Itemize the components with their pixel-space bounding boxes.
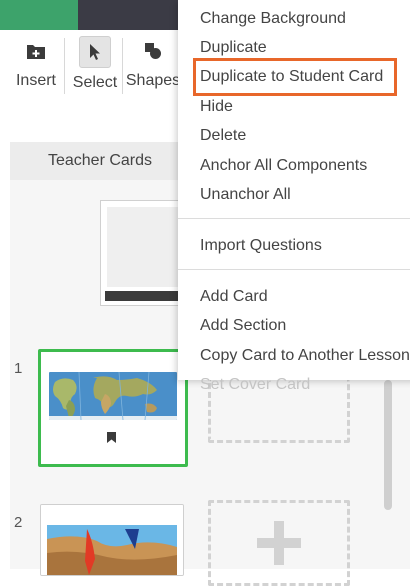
insert-button[interactable]: Insert: [12, 36, 60, 98]
menu-item-anchor-all[interactable]: Anchor All Components: [200, 157, 367, 175]
shapes-button[interactable]: Shapes: [126, 36, 180, 98]
card-context-menu: Change Background Duplicate Duplicate to…: [178, 0, 410, 393]
menu-item-set-cover-card: Set Cover Card: [200, 376, 311, 393]
select-label: Select: [72, 74, 118, 91]
menu-item-change-background[interactable]: Change Background: [200, 10, 346, 28]
app-header-bar: [78, 0, 188, 30]
menu-divider: [178, 269, 410, 270]
plus-icon: [257, 521, 301, 570]
cover-card-preview: [107, 207, 179, 287]
menu-item-unanchor-all[interactable]: Unanchor All: [200, 186, 291, 204]
add-card-slot[interactable]: [208, 500, 350, 586]
menu-item-add-section[interactable]: Add Section: [200, 317, 286, 335]
world-map-image: [49, 372, 177, 420]
insert-icon: [21, 36, 51, 66]
menu-divider: [178, 218, 410, 219]
menu-item-add-card[interactable]: Add Card: [200, 288, 268, 306]
teacher-cards-tab[interactable]: Teacher Cards: [10, 142, 190, 180]
menu-item-delete[interactable]: Delete: [200, 127, 246, 145]
menu-item-copy-card-to-another-lesson[interactable]: Copy Card to Another Lesson: [200, 347, 410, 365]
toolbar: Insert Select Shapes: [0, 30, 190, 102]
cover-card-bar: [105, 291, 181, 301]
bookmark-icon[interactable]: [107, 430, 116, 448]
card-thumbnail[interactable]: [40, 504, 184, 576]
card-number: 1: [14, 360, 23, 377]
card-number: 2: [14, 514, 23, 531]
shapes-icon: [138, 36, 168, 66]
plate-diagram-image: [41, 505, 183, 575]
menu-item-duplicate[interactable]: Duplicate: [200, 39, 267, 57]
select-button[interactable]: Select: [70, 36, 120, 98]
menu-item-hide[interactable]: Hide: [200, 98, 233, 116]
menu-item-import-questions[interactable]: Import Questions: [200, 237, 322, 255]
toolbar-divider: [64, 38, 65, 94]
highlight-annotation: [193, 58, 397, 96]
toolbar-divider: [122, 38, 123, 94]
app-header-brand: [0, 0, 78, 30]
card-thumbnail-selected[interactable]: [38, 349, 188, 467]
insert-label: Insert: [15, 72, 56, 89]
cover-card-thumbnail[interactable]: [100, 200, 186, 306]
shapes-label: Shapes: [125, 72, 181, 89]
select-cursor-icon: [79, 36, 111, 68]
scrollbar[interactable]: [384, 380, 392, 510]
teacher-cards-title: Teacher Cards: [47, 152, 153, 169]
